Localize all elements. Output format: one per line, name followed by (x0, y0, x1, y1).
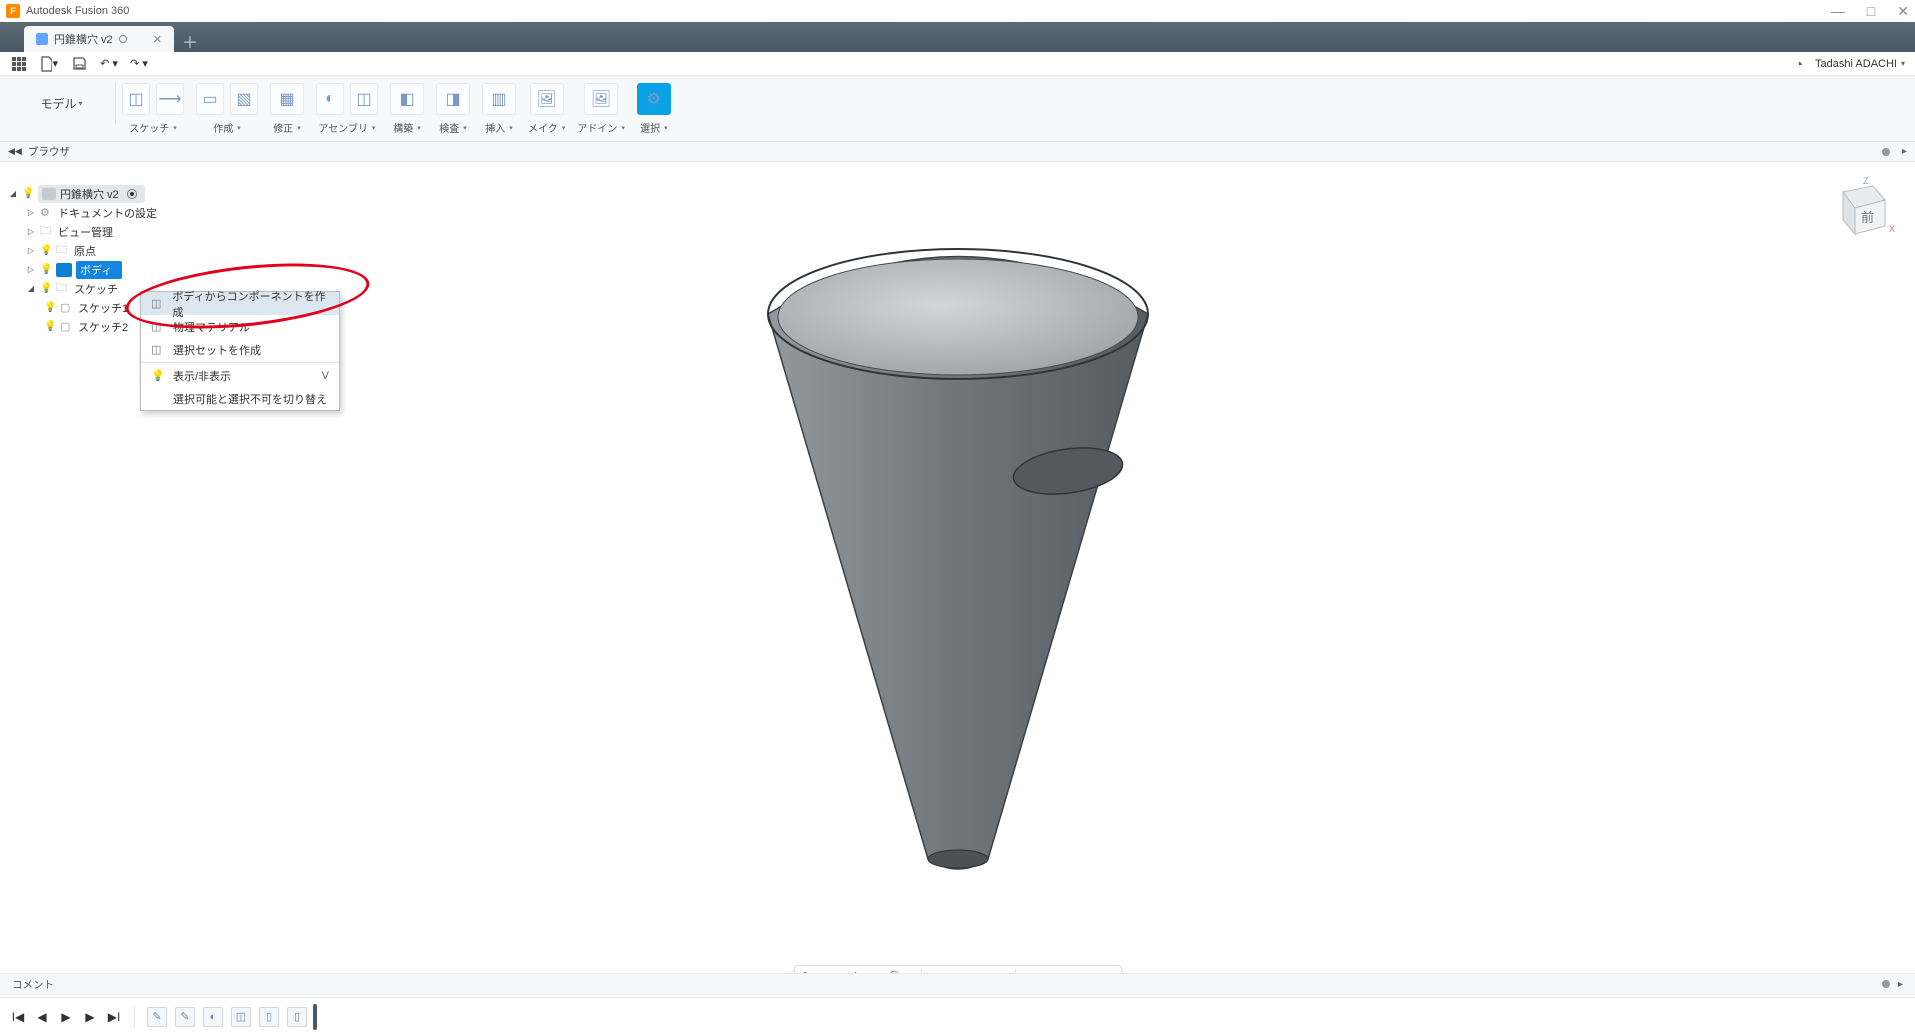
3d-viewport[interactable]: Z 前 X (0, 160, 1915, 971)
svg-text:Z: Z (1863, 176, 1869, 186)
comments-collapse-icon[interactable]: ▸ (1898, 979, 1903, 990)
ribbon-tool-icon[interactable]: ◧ (390, 83, 424, 115)
user-menu[interactable]: Tadashi ADACHI (1815, 58, 1905, 70)
undo-icon[interactable]: ↶ ▾ (100, 55, 118, 73)
ribbon-tool-icon[interactable]: 🖼 (584, 83, 618, 115)
viewcube[interactable]: Z 前 X (1815, 172, 1885, 242)
ribbon-tool-icon[interactable]: ◫ (350, 83, 378, 115)
browser-panel-header: ◀◀ ブラウザ ▸ (0, 142, 1915, 162)
viewcube-face-label: 前 (1861, 210, 1874, 225)
3d-model-cone (748, 219, 1168, 879)
comments-label: コメント (12, 977, 54, 992)
save-icon[interactable] (70, 55, 88, 73)
ribbon-group-label[interactable]: 挿入 (485, 116, 513, 141)
timeline-play-icon[interactable]: ▶ (58, 1010, 74, 1024)
app-title: Autodesk Fusion 360 (26, 5, 129, 17)
data-panel-icon[interactable] (10, 55, 28, 73)
comments-close-dot-icon[interactable] (1882, 980, 1890, 988)
workspace-selector[interactable]: モデル (8, 82, 116, 124)
timeline-end-icon[interactable]: ▶I (106, 1010, 122, 1024)
timeline-feature-sketch[interactable]: ✎ (175, 1007, 195, 1027)
ribbon-tool-icon[interactable]: ⚙ (637, 83, 671, 115)
tab-close-icon[interactable]: ✕ (153, 33, 162, 46)
browser-close-dot-icon[interactable] (1882, 148, 1890, 156)
timeline-marker[interactable] (313, 1004, 317, 1030)
timeline-feature-extrude[interactable]: ▯ (259, 1007, 279, 1027)
timeline-feature-extrude[interactable]: ▯ (287, 1007, 307, 1027)
timeline-feature-shell[interactable]: ◫ (231, 1007, 251, 1027)
maximize-button[interactable]: □ (1867, 3, 1875, 20)
ribbon-group-label[interactable]: 構築 (393, 116, 421, 141)
timeline-feature-sketch[interactable]: ✎ (147, 1007, 167, 1027)
close-button[interactable]: ✕ (1897, 3, 1909, 20)
document-tab[interactable]: 円錐横穴 v2 ✕ (24, 26, 174, 52)
window-controls: — □ ✕ (1831, 3, 1909, 20)
minimize-button[interactable]: — (1831, 3, 1845, 20)
ribbon-group-label[interactable]: アセンブリ (318, 116, 375, 141)
ribbon-group: ◧構築 (384, 82, 430, 141)
unsaved-indicator-icon (119, 35, 127, 43)
timeline-feature-revolve[interactable]: ◐ (203, 1007, 223, 1027)
timeline-step-back-icon[interactable]: ◀ (34, 1010, 50, 1024)
ribbon-group: ▭▧作成 (190, 82, 264, 141)
ribbon-tool-icon[interactable]: ◐ (316, 83, 344, 115)
document-icon (36, 33, 48, 45)
ribbon-group: 🖼アドイン (571, 82, 631, 141)
ribbon-tool-icon[interactable]: ▥ (482, 83, 516, 115)
ribbon-toolbar: モデル ◫⟶スケッチ▭▧作成▦修正◐◫アセンブリ◧構築◨検査▥挿入🖼メイク🖼アド… (0, 76, 1915, 142)
ribbon-group-label[interactable]: 選択 (640, 116, 668, 141)
ribbon-group-label[interactable]: アドイン (577, 116, 625, 141)
timeline-separator (134, 1006, 135, 1028)
ribbon-group: 🖼メイク (522, 82, 571, 141)
ribbon-tool-icon[interactable]: ◫ (122, 83, 150, 115)
ribbon-group: ▦修正 (264, 82, 310, 141)
timeline-start-icon[interactable]: I◀ (10, 1010, 26, 1024)
timeline: I◀ ◀ ▶ ▶ ▶I ✎ ✎ ◐ ◫ ▯ ▯ (0, 997, 1915, 1035)
title-bar: F Autodesk Fusion 360 — □ ✕ (0, 0, 1915, 22)
workspace-label: モデル (40, 95, 76, 112)
ribbon-tool-icon[interactable]: 🖼 (530, 83, 564, 115)
ribbon-group: ◫⟶スケッチ (116, 82, 190, 141)
job-status-icon[interactable]: ◔ (1795, 56, 1803, 72)
ribbon-tool-icon[interactable]: ▭ (196, 83, 224, 115)
svg-text:X: X (1889, 224, 1895, 234)
ribbon-group-label[interactable]: メイク (528, 116, 565, 141)
pin-icon[interactable]: ◀◀ (8, 146, 22, 157)
ribbon-group: ◐◫アセンブリ (310, 82, 384, 141)
ribbon-group-label[interactable]: 修正 (273, 116, 301, 141)
timeline-step-forward-icon[interactable]: ▶ (82, 1010, 98, 1024)
ribbon-group-label[interactable]: 検査 (439, 116, 467, 141)
file-menu-icon[interactable]: ▾ (40, 55, 58, 73)
ribbon-group: ▥挿入 (476, 82, 522, 141)
ribbon-tool-icon[interactable]: ▦ (270, 83, 304, 115)
redo-icon[interactable]: ↷ ▾ (130, 55, 148, 73)
ribbon-tool-icon[interactable]: ⟶ (156, 83, 184, 115)
quick-access-toolbar: ▾ ↶ ▾ ↷ ▾ ◔ Tadashi ADACHI (0, 52, 1915, 76)
ribbon-group-label[interactable]: 作成 (213, 116, 241, 141)
tab-title: 円錐横穴 v2 (54, 31, 113, 47)
ribbon-group: ◨検査 (430, 82, 476, 141)
browser-collapse-icon[interactable]: ▸ (1902, 146, 1907, 157)
ribbon-group: ⚙選択 (631, 82, 677, 141)
ribbon-tool-icon[interactable]: ◨ (436, 83, 470, 115)
app-icon: F (6, 4, 20, 18)
ribbon-tool-icon[interactable]: ▧ (230, 83, 258, 115)
ribbon-group-label[interactable]: スケッチ (129, 116, 177, 141)
browser-title: ブラウザ (28, 144, 70, 159)
comments-panel-header: コメント ▸ (0, 973, 1915, 995)
new-tab-button[interactable]: ＋ (178, 30, 202, 52)
tab-strip: 円錐横穴 v2 ✕ ＋ (0, 22, 1915, 52)
